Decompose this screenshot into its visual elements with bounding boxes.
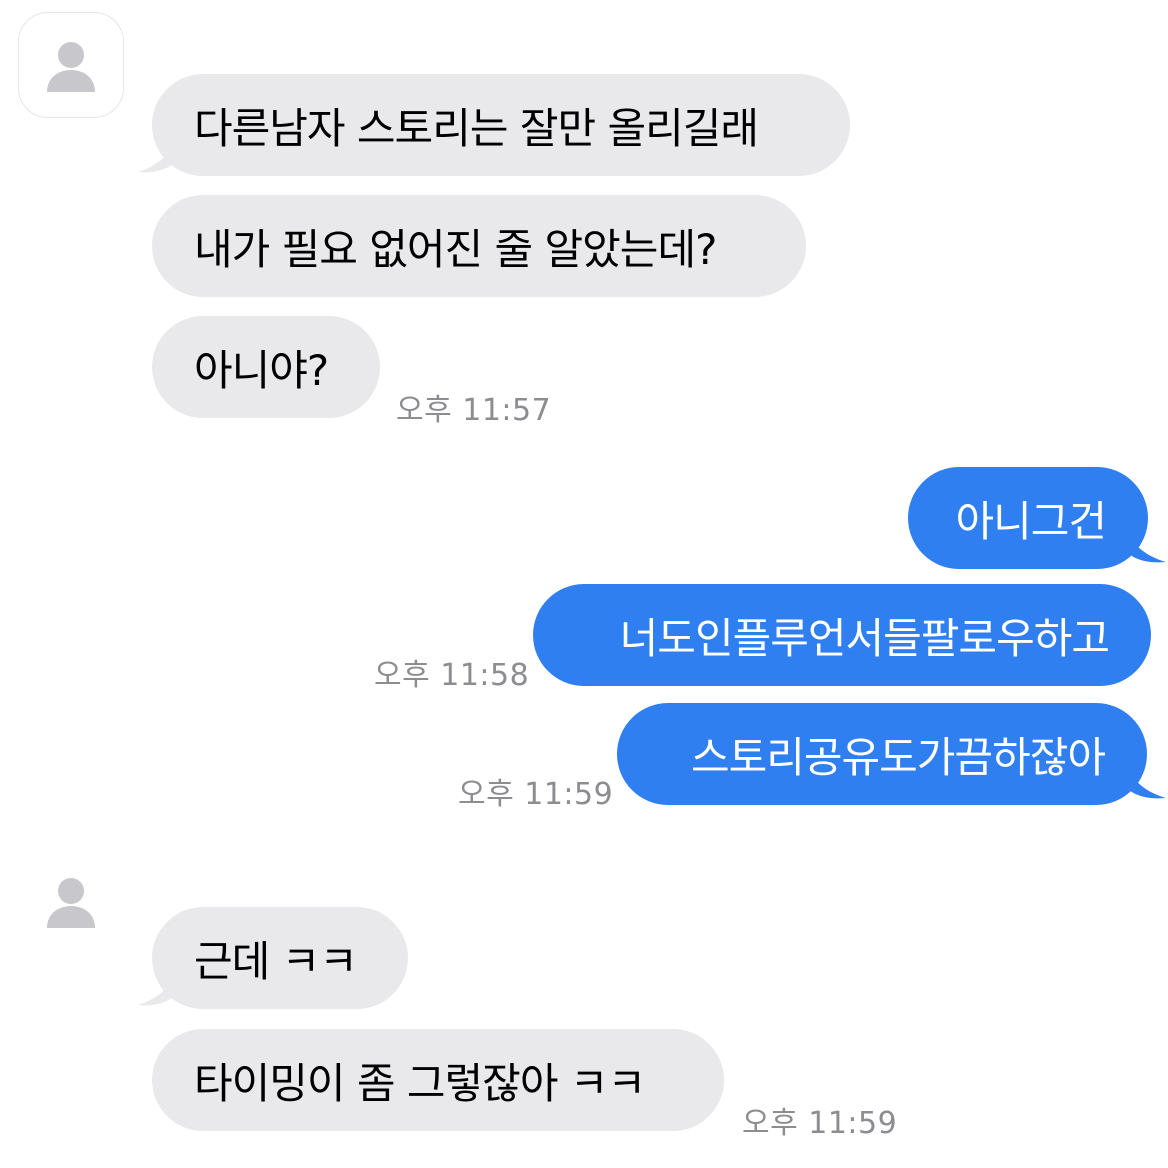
incoming-message-3[interactable]: 아니야? xyxy=(152,316,380,418)
outgoing-message-3[interactable]: 스토리공유도가끔하잖아 xyxy=(617,703,1147,805)
message-timestamp: 오후 11:59 xyxy=(742,1106,898,1141)
message-text: 내가 필요 없어진 줄 알았는데? xyxy=(194,224,717,274)
message-timestamp: 오후 11:57 xyxy=(396,393,552,428)
message-text: 아니그건 xyxy=(955,496,1107,546)
message-text: 스토리공유도가끔하잖아 xyxy=(690,732,1106,782)
incoming-message-1[interactable]: 다른남자 스토리는 잘만 올리길래 xyxy=(152,74,850,176)
incoming-message-4[interactable]: 근데 ㅋㅋ xyxy=(152,907,408,1009)
message-timestamp: 오후 11:59 xyxy=(458,777,614,812)
contact-avatar-icon[interactable] xyxy=(46,876,96,928)
incoming-message-2[interactable]: 내가 필요 없어진 줄 알았는데? xyxy=(152,195,806,297)
outgoing-bubble-tail xyxy=(1126,764,1166,799)
outgoing-bubble-tail xyxy=(1126,528,1166,563)
incoming-message-5[interactable]: 타이밍이 좀 그렇잖아 ㅋㅋ xyxy=(152,1029,724,1131)
message-text: 너도인플루언서들팔로우하고 xyxy=(619,613,1110,663)
message-text: 다른남자 스토리는 잘만 올리길래 xyxy=(194,103,759,153)
message-text: 타이밍이 좀 그렇잖아 ㅋㅋ xyxy=(194,1058,646,1108)
outgoing-message-1[interactable]: 아니그건 xyxy=(908,467,1148,569)
message-timestamp: 오후 11:58 xyxy=(374,658,530,693)
contact-avatar-icon[interactable] xyxy=(46,40,96,92)
message-text: 아니야? xyxy=(194,345,329,395)
message-text: 근데 ㅋㅋ xyxy=(194,936,358,986)
outgoing-message-2[interactable]: 너도인플루언서들팔로우하고 xyxy=(533,584,1151,686)
